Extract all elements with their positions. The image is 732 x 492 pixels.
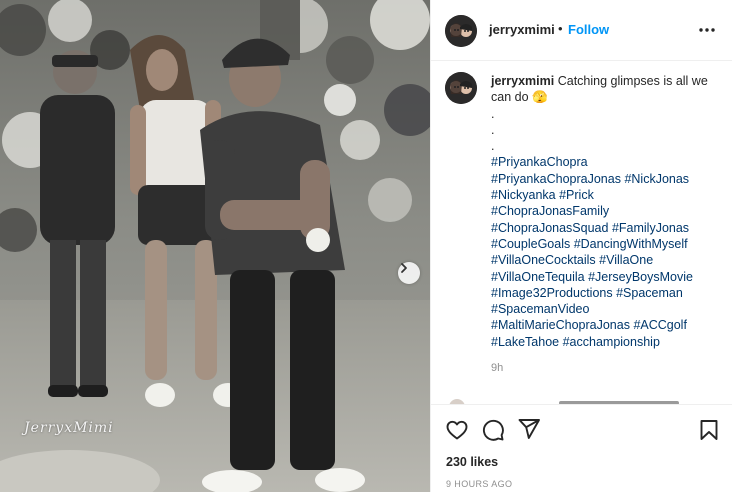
hashtag-link[interactable]: #ACCgolf: [633, 318, 687, 332]
hashtag-link[interactable]: #DancingWithMyself: [574, 237, 688, 251]
caption-dot-line: .: [491, 106, 495, 121]
hashtag-line: #CoupleGoals #DancingWithMyself: [491, 236, 723, 252]
header-separator: •: [558, 21, 563, 36]
heart-icon[interactable]: [445, 418, 469, 442]
chevron-right-icon: [401, 263, 407, 273]
caption-dots: . . .: [491, 106, 723, 155]
hashtag-link[interactable]: #Prick: [559, 188, 594, 202]
next-photo-button[interactable]: [398, 262, 420, 284]
more-options-icon[interactable]: [697, 22, 717, 38]
hashtag-line: #VillaOneTequila #JerseyBoysMovie: [491, 269, 723, 285]
hashtag-line: #ChopraJonasFamily: [491, 203, 723, 219]
hashtag-link[interactable]: #VillaOne: [599, 253, 653, 267]
caption-dot-line: .: [491, 139, 495, 154]
photo-illustration: [0, 0, 430, 492]
caption: jerryxmimi Catching glimpses is all we c…: [491, 73, 723, 374]
hashtag-link[interactable]: #NickJonas: [624, 172, 689, 186]
hashtag-link[interactable]: #MaltiMarieChopraJonas: [491, 318, 630, 332]
caption-dot-line: .: [491, 122, 495, 137]
hashtag-line: #Image32Productions #Spaceman: [491, 285, 723, 301]
hashtag-line: #PriyankaChopraJonas #NickJonas: [491, 171, 723, 187]
hashtag-line: #VillaOneCocktails #VillaOne: [491, 252, 723, 268]
avatar-image: [445, 15, 477, 47]
next-comment-preview: [449, 399, 679, 404]
caption-avatar[interactable]: [445, 72, 477, 104]
comment-icon[interactable]: [481, 418, 505, 442]
avatar[interactable]: [445, 15, 477, 47]
hashtag-link[interactable]: #Spaceman: [616, 286, 683, 300]
hashtag-line: #SpacemanVideo: [491, 301, 723, 317]
caption-timestamp[interactable]: 9h: [491, 362, 723, 374]
hashtag-line: #PriyankaChopra: [491, 154, 723, 170]
likes-count[interactable]: 230 likes: [446, 455, 498, 469]
hashtag-line: #Nickyanka #Prick: [491, 187, 723, 203]
hashtag-link[interactable]: #PriyankaChopra: [491, 155, 588, 169]
share-icon[interactable]: [517, 417, 541, 441]
hashtag-line: #MaltiMarieChopraJonas #ACCgolf: [491, 317, 723, 333]
comments-section: jerryxmimi Catching glimpses is all we c…: [431, 61, 732, 404]
hashtag-link[interactable]: #SpacemanVideo: [491, 302, 589, 316]
photo-watermark: JerryxMimi: [24, 420, 114, 436]
hashtag-link[interactable]: #ChopraJonasFamily: [491, 204, 609, 218]
header-username[interactable]: jerryxmimi: [489, 22, 555, 37]
bookmark-icon[interactable]: [697, 418, 721, 442]
hashtag-link[interactable]: #ChopraJonasSquad: [491, 221, 608, 235]
caption-username[interactable]: jerryxmimi: [491, 74, 554, 88]
hashtag-link[interactable]: #Image32Productions: [491, 286, 613, 300]
hashtag-link[interactable]: #acchampionship: [563, 335, 660, 349]
hashtag-link[interactable]: #CoupleGoals: [491, 237, 570, 251]
hashtag-link[interactable]: #Nickyanka: [491, 188, 556, 202]
post-timestamp[interactable]: 9 HOURS AGO: [446, 479, 512, 489]
hashtag-line: #ChopraJonasSquad #FamilyJonas: [491, 220, 723, 236]
post-side-panel: jerryxmimi • Follow jerryxmimi Catching …: [430, 0, 732, 492]
hashtag-link[interactable]: #LakeTahoe: [491, 335, 559, 349]
post-header: jerryxmimi • Follow: [431, 0, 732, 61]
post-actions: 230 likes 9 HOURS AGO: [431, 404, 732, 492]
post-photo[interactable]: JerryxMimi: [0, 0, 430, 492]
hashtag-link[interactable]: #PriyankaChopraJonas: [491, 172, 621, 186]
follow-button[interactable]: Follow: [568, 22, 609, 37]
caption-body: jerryxmimi Catching glimpses is all we c…: [491, 73, 723, 106]
hashtag-link[interactable]: #JerseyBoysMovie: [588, 270, 693, 284]
avatar-image: [445, 72, 477, 104]
hashtag-link[interactable]: #VillaOneCocktails: [491, 253, 596, 267]
instagram-post-modal: JerryxMimi jerryxmimi • Follow jerryxmim…: [0, 0, 732, 492]
hashtag-link[interactable]: #FamilyJonas: [612, 221, 689, 235]
hashtag-link[interactable]: #VillaOneTequila: [491, 270, 585, 284]
hashtag-line: #LakeTahoe #acchampionship: [491, 334, 723, 350]
hashtag-list: #PriyankaChopra #PriyankaChopraJonas #Ni…: [491, 154, 723, 350]
